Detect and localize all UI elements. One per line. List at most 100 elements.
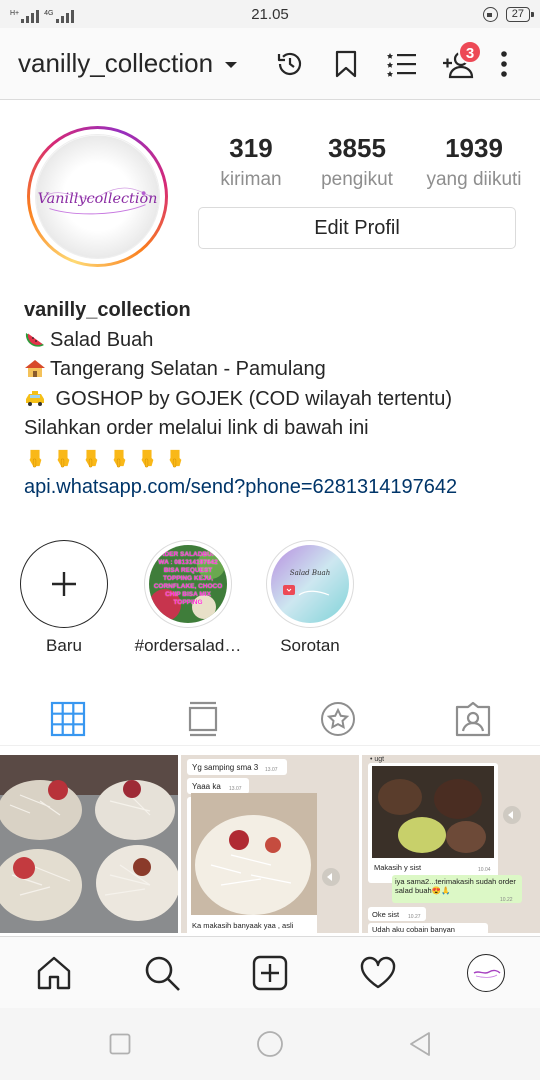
avatar-logo-text: Vanillycollection [38, 190, 158, 206]
chat-time-2: 13.07 [229, 786, 242, 792]
highlight-thumb-ordersalad: ORDER SALADBUAH WA : 081314197642 BISA R… [149, 545, 227, 623]
bio-line-4: Silahkan order melalui link di bawah ini [24, 417, 369, 439]
nav-profile[interactable] [456, 943, 516, 1003]
highlight-label-ordersalad: #ordersalad… [134, 636, 242, 655]
stat-posts[interactable]: 319 kiriman [206, 130, 296, 194]
chat-msg-2b: iya sama2...terimakasih sudah order sala… [395, 877, 516, 895]
bio-line-2-text: Tangerang Selatan - Pamulang [50, 358, 326, 380]
edit-profile-button[interactable]: Edit Profil [198, 207, 516, 249]
star-icon [320, 701, 355, 736]
circle-icon [257, 1031, 283, 1057]
avatar-logo: Vanillycollection [35, 134, 160, 259]
chat-msg-3: Ka makasih banyaak yaa , asli [192, 921, 294, 930]
pointing-down-icon [85, 449, 98, 468]
tab-tagged[interactable] [405, 692, 540, 745]
stat-following[interactable]: 1939 yang diikuti [418, 130, 530, 194]
chevron-down-icon [225, 62, 238, 68]
watermelon-icon [25, 332, 44, 347]
highlight-ordersalad[interactable]: ORDER SALADBUAH WA : 081314197642 BISA R… [126, 540, 250, 656]
grid-icon [50, 701, 85, 736]
chat-time-2b: 10.22 [500, 897, 513, 903]
pointing-emoji-row [24, 444, 524, 473]
top-bar: vanilly_collection 3 [0, 28, 540, 100]
back-triangle-icon [410, 1032, 430, 1056]
signal-indicators: H+ 4G [10, 5, 74, 23]
pointing-down-icon [141, 449, 154, 468]
bio-line-2: Tangerang Selatan - Pamulang [24, 355, 524, 385]
system-nav-bar [0, 1008, 540, 1080]
chat-msg-0: • ugt [370, 756, 384, 763]
posts-count: 319 [229, 133, 273, 163]
followers-count: 3855 [328, 133, 386, 163]
highlight-thumb-text: ORDER SALADBUAH WA : 081314197642 BISA R… [153, 551, 223, 606]
tab-feed[interactable] [135, 692, 270, 745]
bio-name: vanilly_collection [24, 299, 191, 321]
profile-bio: vanilly_collection Salad Buah Tangerang … [24, 296, 524, 502]
post-thumbnail-1[interactable] [0, 755, 178, 933]
clock: 21.05 [251, 5, 289, 23]
posts-grid: Yg samping sma 3 13.07 Yaaa ka 13.07 Ka … [0, 755, 540, 933]
chat-msg-2: Yaaa ka [192, 782, 221, 791]
highlight-thumb-title: Salad Buah [290, 569, 330, 577]
list-icon[interactable] [374, 36, 430, 92]
history-icon[interactable] [262, 36, 318, 92]
recent-apps-button[interactable] [90, 1014, 150, 1074]
story-highlights: Baru ORDER SALADBUAH WA : 081314197642 B… [0, 540, 540, 670]
following-label: yang diikuti [426, 169, 522, 190]
profile-avatar[interactable]: Vanillycollection [27, 126, 168, 267]
chat-msg-3b: Oke sist [372, 910, 400, 919]
following-count: 1939 [445, 133, 503, 163]
post-thumbnail-3[interactable]: • ugt Makasih y sist 10.04 iya sama2...t… [362, 755, 540, 933]
heart-icon [360, 956, 396, 988]
rotation-lock-icon [482, 6, 498, 22]
tagged-icon [455, 701, 490, 736]
battery-icon: 27 [505, 6, 535, 22]
network-type-1: H+ [10, 10, 20, 17]
bio-line-1-text: Salad Buah [50, 328, 154, 351]
chat-time-3b: 10.27 [408, 914, 421, 920]
chat-time-1b: 10.04 [478, 867, 491, 873]
nav-activity[interactable] [348, 943, 408, 1003]
back-button[interactable] [390, 1014, 450, 1074]
profile-avatar-small [467, 953, 505, 992]
add-user-icon[interactable]: 3 [430, 36, 486, 92]
home-icon [37, 956, 71, 989]
more-icon[interactable] [486, 36, 522, 92]
stat-followers[interactable]: 3855 pengikut [307, 130, 407, 194]
screen: H+ 4G 21.05 27 vanilly_collection 3 Vani… [0, 0, 540, 1080]
header-username: vanilly_collection [18, 48, 214, 78]
tab-saved[interactable] [270, 692, 405, 745]
profile-stats: 319 kiriman 3855 pengikut 1939 yang diik… [206, 130, 530, 194]
nav-home[interactable] [24, 943, 84, 1003]
account-switcher[interactable]: vanilly_collection [18, 48, 262, 79]
pointing-down-icon [113, 449, 126, 468]
tab-grid[interactable] [0, 692, 135, 745]
profile-tabs [0, 692, 540, 746]
chat-msg-1b: Makasih y sist [374, 863, 422, 872]
battery-level: 27 [511, 7, 524, 20]
nav-new-post[interactable] [240, 943, 300, 1003]
taxi-icon [26, 390, 44, 406]
home-button[interactable] [240, 1014, 300, 1074]
highlight-sorotan[interactable]: Salad Buah Sorotan [248, 540, 372, 656]
search-icon [145, 956, 180, 991]
pointing-down-icon [169, 449, 182, 468]
plus-icon [52, 572, 76, 596]
bio-line-3: GOSHOP by GOJEK (COD wilayah tertentu) [24, 385, 524, 415]
signal-2-icon: 4G [44, 10, 74, 23]
add-post-icon [252, 955, 288, 990]
highlight-label-new: Baru [46, 636, 82, 655]
status-bar: H+ 4G 21.05 27 [0, 0, 540, 28]
signal-1-icon: H+ [10, 10, 40, 23]
post-thumbnail-2[interactable]: Yg samping sma 3 13.07 Yaaa ka 13.07 Ka … [181, 755, 359, 933]
new-highlight-button[interactable] [20, 540, 108, 628]
house-icon [25, 360, 45, 377]
pointing-down-icon [29, 449, 42, 468]
bio-link[interactable]: api.whatsapp.com/send?phone=628131419764… [24, 473, 524, 503]
bottom-nav [0, 936, 540, 1008]
highlight-new[interactable]: Baru [2, 540, 126, 656]
chat-time-1: 13.07 [265, 767, 278, 773]
nav-search[interactable] [132, 943, 192, 1003]
bookmark-icon[interactable] [318, 36, 374, 92]
chat-msg-4b: Udah aku cobain banyan [372, 925, 455, 933]
